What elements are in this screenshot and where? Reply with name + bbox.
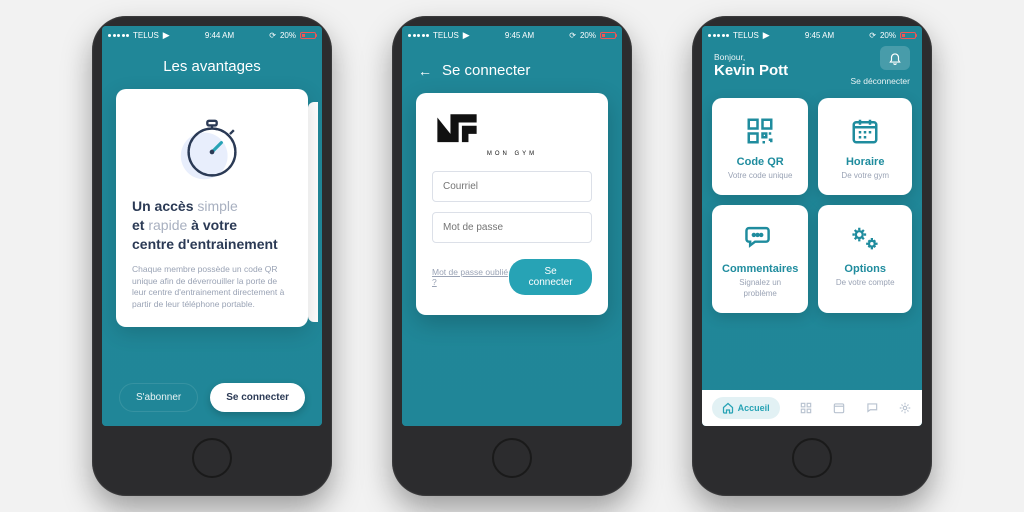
page-title: Se connecter <box>442 62 530 79</box>
status-bar: TELUS ▶ 9:44 AM ⟳ 20% <box>102 26 322 44</box>
clock-label: 9:45 AM <box>805 31 834 40</box>
signout-link[interactable]: Se déconnecter <box>850 76 910 86</box>
tile-comments[interactable]: Commentaires Signalez un problème <box>712 205 808 313</box>
tab-comments[interactable] <box>865 401 879 415</box>
orientation-lock-icon: ⟳ <box>869 31 876 40</box>
signal-dots-icon <box>408 34 429 37</box>
stopwatch-icon <box>132 107 292 197</box>
calendar-icon <box>828 114 902 148</box>
battery-icon <box>300 32 316 39</box>
phone-2: TELUS ▶ 9:45 AM ⟳ 20% ← Se connecter <box>392 16 632 496</box>
login-card: MON GYM Mot de passe oublié ? Se connect… <box>416 93 608 315</box>
gear-icon <box>828 221 902 255</box>
wifi-icon: ▶ <box>463 30 470 41</box>
orientation-lock-icon: ⟳ <box>569 31 576 40</box>
carrier-label: TELUS <box>133 31 159 40</box>
carrier-label: TELUS <box>733 31 759 40</box>
qr-icon <box>722 114 798 148</box>
wifi-icon: ▶ <box>163 30 170 41</box>
chat-icon <box>722 221 798 255</box>
tile-qr[interactable]: Code QR Votre code unique <box>712 98 808 195</box>
carrier-label: TELUS <box>433 31 459 40</box>
orientation-lock-icon: ⟳ <box>269 31 276 40</box>
battery-icon <box>900 32 916 39</box>
battery-pct: 20% <box>280 31 296 40</box>
tab-qr[interactable] <box>799 401 813 415</box>
subscribe-button[interactable]: S'abonner <box>119 383 198 412</box>
forgot-password-link[interactable]: Mot de passe oublié ? <box>432 267 509 287</box>
advantage-card[interactable]: Un accès simple et rapide à votre centre… <box>116 89 308 327</box>
status-bar: TELUS ▶ 9:45 AM ⟳ 20% <box>702 26 922 44</box>
wifi-icon: ▶ <box>763 30 770 41</box>
home-button[interactable] <box>492 438 532 478</box>
phone-1: TELUS ▶ 9:44 AM ⟳ 20% Les avantages <box>92 16 332 496</box>
email-field[interactable] <box>432 171 592 202</box>
battery-icon <box>600 32 616 39</box>
tab-settings[interactable] <box>898 401 912 415</box>
greeting-label: Bonjour, <box>714 52 910 62</box>
page-title: Les avantages <box>102 58 322 75</box>
home-button[interactable] <box>192 438 232 478</box>
signal-dots-icon <box>108 34 129 37</box>
tile-schedule[interactable]: Horaire De votre gym <box>818 98 912 195</box>
back-icon[interactable]: ← <box>418 63 432 79</box>
signal-dots-icon <box>708 34 729 37</box>
card-description: Chaque membre possède un code QR unique … <box>132 264 292 312</box>
screen-login: TELUS ▶ 9:45 AM ⟳ 20% ← Se connecter <box>402 26 622 426</box>
clock-label: 9:45 AM <box>505 31 534 40</box>
screen-advantages: TELUS ▶ 9:44 AM ⟳ 20% Les avantages <box>102 26 322 426</box>
tile-options[interactable]: Options De votre compte <box>818 205 912 313</box>
signin-button[interactable]: Se connecter <box>210 383 305 412</box>
tab-bar: Accueil <box>702 390 922 426</box>
tab-home-label: Accueil <box>738 403 770 413</box>
status-bar: TELUS ▶ 9:45 AM ⟳ 20% <box>402 26 622 44</box>
card-heading: Un accès simple et rapide à votre centre… <box>132 197 292 254</box>
home-button[interactable] <box>792 438 832 478</box>
login-button[interactable]: Se connecter <box>509 259 592 295</box>
phone-3: TELUS ▶ 9:45 AM ⟳ 20% Bonjour, Kevin Pot… <box>692 16 932 496</box>
tab-schedule[interactable] <box>832 401 846 415</box>
battery-pct: 20% <box>580 31 596 40</box>
password-field[interactable] <box>432 212 592 243</box>
brand-name: MON GYM <box>432 151 592 157</box>
screen-home: TELUS ▶ 9:45 AM ⟳ 20% Bonjour, Kevin Pot… <box>702 26 922 426</box>
tab-home[interactable]: Accueil <box>712 397 780 419</box>
brand-logo: MON GYM <box>432 111 592 157</box>
clock-label: 9:44 AM <box>205 31 234 40</box>
battery-pct: 20% <box>880 31 896 40</box>
